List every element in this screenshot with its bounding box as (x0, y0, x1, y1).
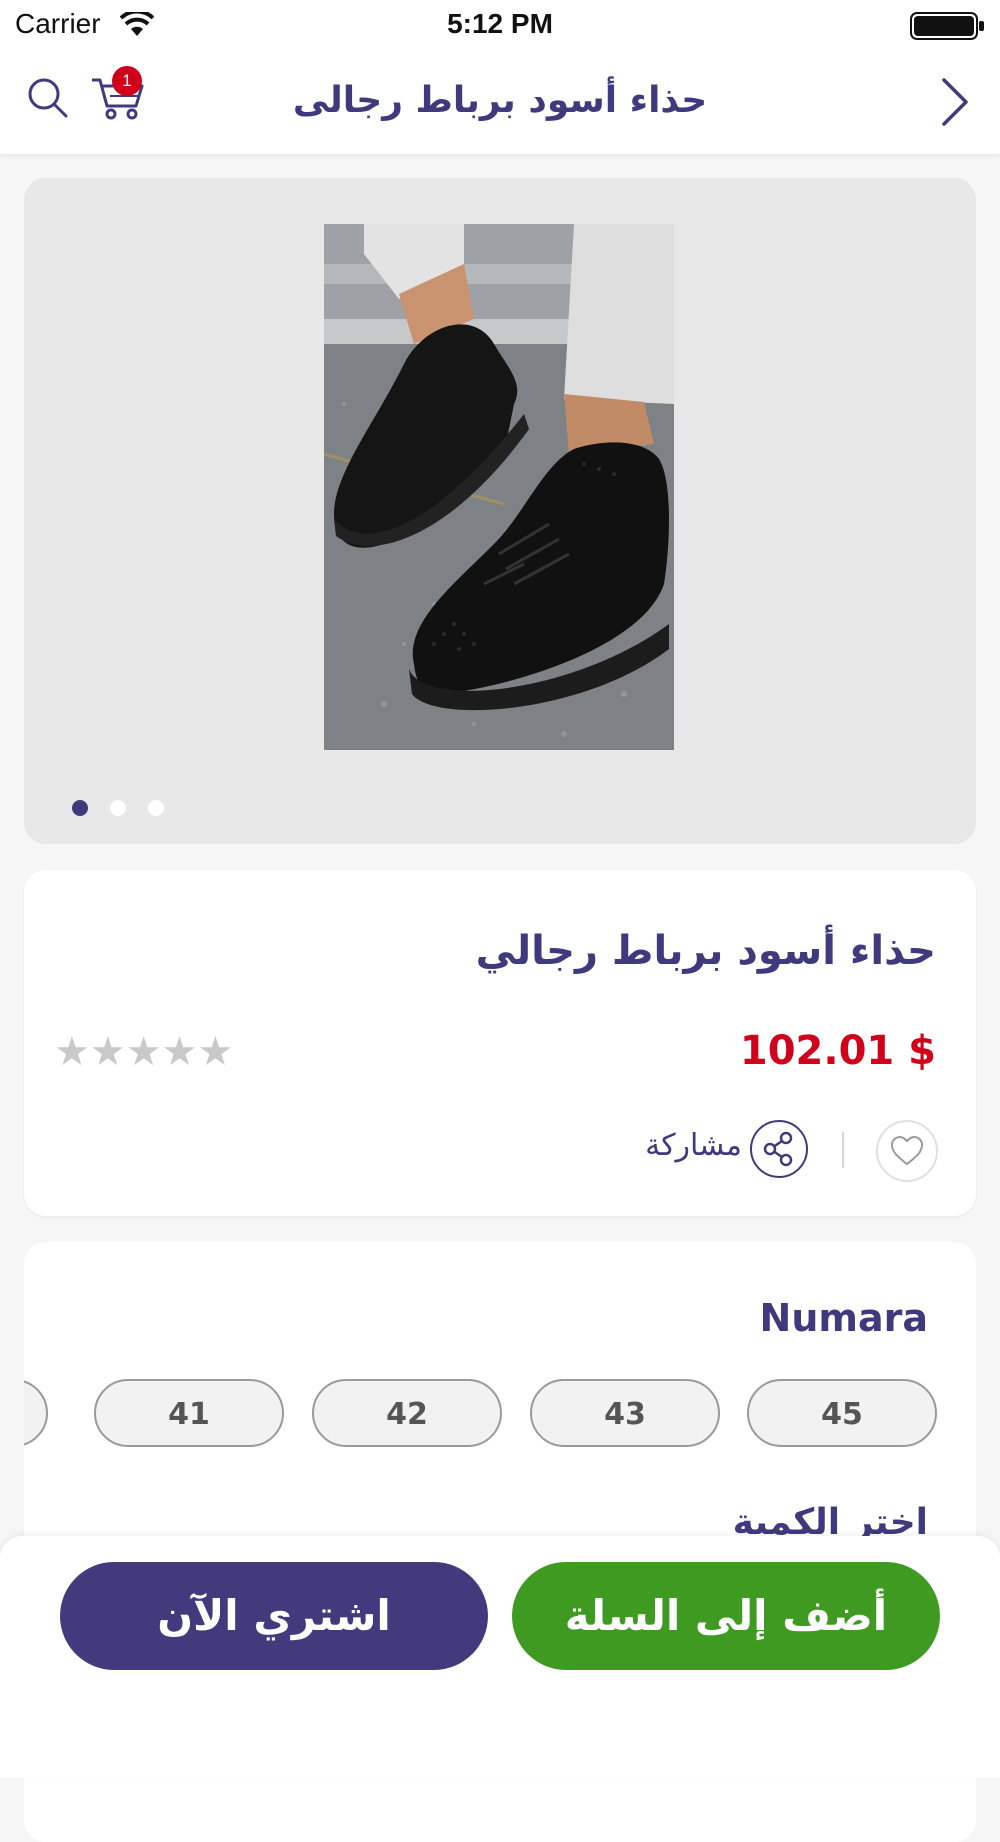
battery-icon (910, 12, 984, 40)
navigation-bar: 1 حذاء أسود برباط رجالى (0, 56, 1000, 154)
share-icon (763, 1131, 793, 1167)
cart-count-badge: 1 (112, 66, 142, 96)
star-icon: ★ (125, 1029, 162, 1075)
divider (842, 1132, 844, 1168)
chevron-right-icon[interactable] (938, 74, 972, 130)
size-chip[interactable]: 43 (530, 1379, 720, 1447)
product-actions: مشاركة (618, 1120, 938, 1182)
buy-now-button[interactable]: اشتري الآن (60, 1562, 488, 1670)
add-to-cart-button[interactable]: أضف إلى السلة (512, 1562, 940, 1670)
product-image[interactable] (324, 224, 674, 750)
product-price: 102.01 $ (739, 1028, 936, 1074)
share-button[interactable] (750, 1120, 808, 1178)
bottom-action-bar: اشتري الآن أضف إلى السلة (0, 1536, 1000, 1778)
star-icon: ★ (89, 1029, 126, 1075)
product-name: حذاء أسود برباط رجالي (475, 928, 936, 974)
size-chip[interactable] (24, 1379, 48, 1447)
size-chip[interactable]: 45 (747, 1379, 937, 1447)
favorite-button[interactable] (876, 1120, 938, 1182)
share-label[interactable]: مشاركة (645, 1128, 742, 1163)
size-selector[interactable]: 45 43 42 41 (24, 1379, 976, 1453)
page-dot-3[interactable] (148, 800, 164, 816)
page-title: حذاء أسود برباط رجالى (292, 80, 708, 121)
heart-icon (890, 1135, 924, 1166)
status-bar: Carrier 5:12 PM (0, 0, 1000, 56)
star-icon: ★ (161, 1029, 198, 1075)
star-icon: ★ (54, 1029, 90, 1075)
page-dot-1[interactable] (72, 800, 88, 816)
product-gallery[interactable] (24, 178, 976, 844)
size-chip[interactable]: 41 (94, 1379, 284, 1447)
page-dot-2[interactable] (110, 800, 126, 816)
size-section-title: Numara (759, 1296, 928, 1340)
product-info-card: حذاء أسود برباط رجالي 102.01 $ ★★★★★ مشا… (24, 870, 976, 1216)
size-chip[interactable]: 42 (312, 1379, 502, 1447)
star-icon: ★ (197, 1029, 234, 1075)
rating-stars: ★★★★★ (54, 1032, 233, 1072)
search-icon[interactable] (26, 76, 70, 120)
clock: 5:12 PM (447, 8, 553, 39)
